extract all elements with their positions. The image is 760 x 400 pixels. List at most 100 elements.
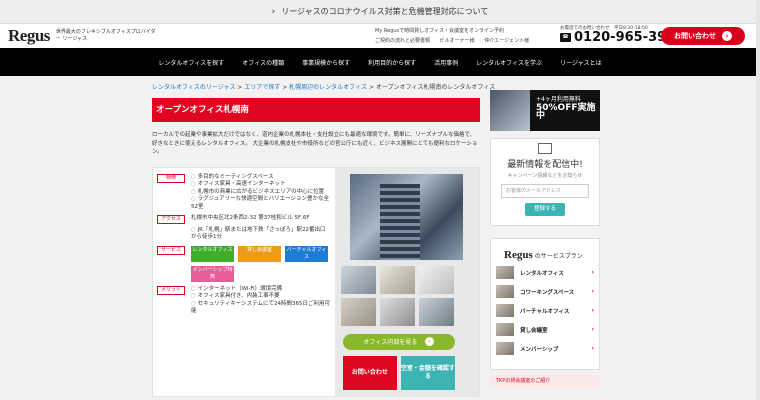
- campaign-banner[interactable]: +4ヶ月利用無料 50%OFF実施中: [490, 90, 600, 131]
- features-tag: 特徴: [157, 173, 185, 183]
- nav-item-about[interactable]: リージャスとは: [560, 58, 602, 67]
- breadcrumb-home[interactable]: レンタルオフィスのリージャス: [152, 84, 235, 91]
- merits-row: メリット インターネット（Wi-Fi）環境完備 オフィス家具付き、内装工事不要 …: [157, 285, 331, 316]
- feature-item: 多目的なミーティングスペース: [191, 174, 331, 182]
- plan-label: メンバーシップ: [520, 346, 559, 353]
- plan-photo: [496, 304, 514, 317]
- service-membership[interactable]: メンバーシップ特典: [191, 265, 234, 282]
- header-link-contract[interactable]: ご契約の流れと必要書類: [375, 38, 430, 44]
- chevron-right-icon: ›: [591, 269, 594, 276]
- breadcrumb: レンタルオフィスのリージャス > エリアで探す > 札幌周辺のレンタルオフィス …: [152, 84, 496, 91]
- thumbnail[interactable]: [379, 265, 415, 294]
- nav-item-search[interactable]: レンタルオフィスを探す: [158, 58, 224, 67]
- register-button[interactable]: 登録する: [525, 203, 565, 216]
- plan-photo: [496, 342, 514, 355]
- features-row: 特徴 多目的なミーティングスペース オフィス家具・高速インターネット 札幌市の商…: [157, 173, 331, 212]
- notice-bar[interactable]: › リージャスのコロナウイルス対策と危機管理対応について: [0, 0, 760, 24]
- thumbnail[interactable]: [379, 297, 415, 326]
- service-meeting-room[interactable]: 貸し会議室: [238, 245, 281, 262]
- see-inside-label: オフィス内部を見る: [363, 339, 418, 346]
- service-virtual-office[interactable]: バーチャルオフィス: [285, 245, 328, 262]
- chevron-right-icon: ›: [591, 307, 594, 314]
- services-grid: レンタルオフィス 貸し会議室 バーチャルオフィス メンバーシップ特典: [191, 245, 328, 282]
- thumbnail[interactable]: [340, 265, 376, 294]
- plan-title: のサービスプラン: [534, 253, 583, 260]
- nav-item-types[interactable]: オフィスの種類: [242, 58, 284, 67]
- merit-item: オフィス家具付き、内装工事不要: [191, 293, 331, 301]
- sidebar: +4ヶ月利用無料 50%OFF実施中 最新情報を配信中! キャンペーン情報などを…: [490, 76, 600, 397]
- notice-text[interactable]: リージャスのコロナウイルス対策と危機管理対応について: [281, 6, 488, 17]
- site-header: Regus 世界最大のフレキシブルオフィスプロバイダー リージャス My Reg…: [0, 24, 760, 48]
- plan-item-coworking[interactable]: コワーキングスペース ›: [496, 284, 594, 299]
- features-list: 多目的なミーティングスペース オフィス家具・高速インターネット 札幌市の商業に広…: [191, 174, 331, 212]
- plan-item-membership[interactable]: メンバーシップ ›: [496, 341, 594, 356]
- regus-logo[interactable]: Regus: [8, 26, 50, 46]
- plan-label: コワーキングスペース: [520, 289, 575, 296]
- chevron-right-icon: ›: [591, 288, 594, 295]
- access-row: アクセス 札幌市中央区北2条西2-32 第37桂和ビル 5F,6F JR「札幌」…: [157, 215, 331, 242]
- thumbnails: [340, 265, 475, 326]
- merits-list: インターネット（Wi-Fi）環境完備 オフィス家具付き、内装工事不要 セキュリテ…: [191, 286, 331, 316]
- phone-number[interactable]: ☎ 0120-965-391: [560, 31, 675, 44]
- newsletter-title: 最新情報を配信中!: [507, 160, 583, 170]
- tagline: 世界最大のフレキシブルオフィスプロバイダー リージャス: [55, 29, 156, 42]
- header-link-agent[interactable]: 仲介エージェント様: [484, 38, 529, 44]
- banner-text: +4ヶ月利用無料 50%OFF実施中: [536, 96, 600, 121]
- tkp-promo-link[interactable]: TKPの貸会議室のご紹介: [490, 375, 600, 387]
- nav-item-scale[interactable]: 事業規模から探す: [302, 58, 350, 67]
- photo-gallery: オフィス内部を見る › お問い合わせ 空室・金額を確認する: [334, 167, 479, 396]
- thumbnail[interactable]: [418, 297, 454, 326]
- plan-label: バーチャルオフィス: [520, 308, 570, 315]
- banner-line2: 50%OFF実施中: [536, 103, 596, 121]
- feature-item: 札幌市の商業に広がるビジネスエリアの中心に位置: [191, 189, 331, 197]
- merit-item: セキュリティキーシステムにて24時間365日ご利用可能: [191, 301, 331, 316]
- phone-icon: ☎: [560, 33, 571, 42]
- nav-item-purpose[interactable]: 利用目的から探す: [368, 58, 416, 67]
- newsletter-box: 最新情報を配信中! キャンペーン情報などをお知らせ お客様のメールアドレス 登録…: [490, 138, 600, 226]
- main-area: レンタルオフィスのリージャス > エリアで探す > 札幌周辺のレンタルオフィス …: [0, 76, 760, 397]
- nav-item-learn[interactable]: レンタルオフィスを学ぶ: [476, 58, 542, 67]
- scrollbar[interactable]: [756, 0, 760, 400]
- services-tag: サービス: [157, 245, 185, 255]
- action-buttons: お問い合わせ 空室・金額を確認する: [339, 355, 475, 390]
- plan-item-rental[interactable]: レンタルオフィス ›: [496, 265, 594, 280]
- access-tag: アクセス: [157, 215, 185, 224]
- banner-image: [490, 90, 530, 131]
- phone-box: お電話でのお問い合わせ 平日8:30-18:00 ☎ 0120-965-391: [560, 25, 675, 44]
- plan-label: 貸し会議室: [520, 327, 548, 334]
- header-contact-button[interactable]: お問い合わせ ›: [661, 27, 745, 45]
- intro-text: ローカルでの起業や事業拡大だけではなく、道内企業の札幌本社・支社設立にも最適な環…: [152, 132, 478, 155]
- address: 札幌市中央区北2条西2-32 第37桂和ビル 5F,6F: [191, 215, 310, 221]
- header-link-owner[interactable]: ビルオーナー様: [440, 38, 475, 44]
- arrow-right-icon: ›: [425, 337, 435, 346]
- service-plan-box: Regus のサービスプラン レンタルオフィス › コワーキングスペース › バーチ…: [490, 238, 600, 370]
- breadcrumb-sapporo[interactable]: 札幌周辺のレンタルオフィス: [289, 84, 367, 91]
- contact-button[interactable]: お問い合わせ: [342, 355, 397, 390]
- plan-photo: [496, 266, 514, 279]
- building-photo[interactable]: [349, 173, 463, 260]
- thumbnail[interactable]: [340, 297, 376, 326]
- merit-item: インターネット（Wi-Fi）環境完備: [191, 286, 331, 294]
- myregus-link[interactable]: My Regusで時間貸しオフィス・会議室をオンライン予約: [375, 26, 537, 36]
- breadcrumb-current: オープンオフィス札幌南のレンタルオフィス: [375, 84, 496, 91]
- breadcrumb-area[interactable]: エリアで探す: [244, 84, 280, 91]
- header-links: My Regusで時間貸しオフィス・会議室をオンライン予約 ご契約の流れと必要書…: [375, 26, 537, 46]
- feature-item: オフィス家具・高速インターネット: [191, 181, 331, 189]
- nav-item-cases[interactable]: 活用事例: [434, 58, 458, 67]
- chevron-right-icon: ›: [591, 345, 594, 352]
- plan-logo: Regus: [504, 249, 533, 261]
- check-availability-button[interactable]: 空室・金額を確認する: [400, 355, 455, 390]
- email-input[interactable]: お客様のメールアドレス: [501, 184, 589, 198]
- page-title: オープンオフィス札幌南: [152, 98, 480, 122]
- plan-item-virtual[interactable]: バーチャルオフィス ›: [496, 303, 594, 318]
- main-nav: レンタルオフィスを探す オフィスの種類 事業規模から探す 利用目的から探す 活用…: [0, 48, 760, 76]
- plan-heading: Regus のサービスプラン: [504, 249, 594, 261]
- office-card: 特徴 多目的なミーティングスペース オフィス家具・高速インターネット 札幌市の商…: [152, 166, 480, 397]
- thumbnail[interactable]: [418, 265, 454, 294]
- arrow-right-icon: ›: [722, 31, 732, 41]
- office-info: 特徴 多目的なミーティングスペース オフィス家具・高速インターネット 札幌市の商…: [153, 168, 335, 396]
- service-rental-office[interactable]: レンタルオフィス: [191, 245, 234, 262]
- plan-item-meeting[interactable]: 貸し会議室 ›: [496, 322, 594, 337]
- plan-label: レンタルオフィス: [520, 270, 564, 277]
- see-inside-button[interactable]: オフィス内部を見る ›: [342, 333, 455, 350]
